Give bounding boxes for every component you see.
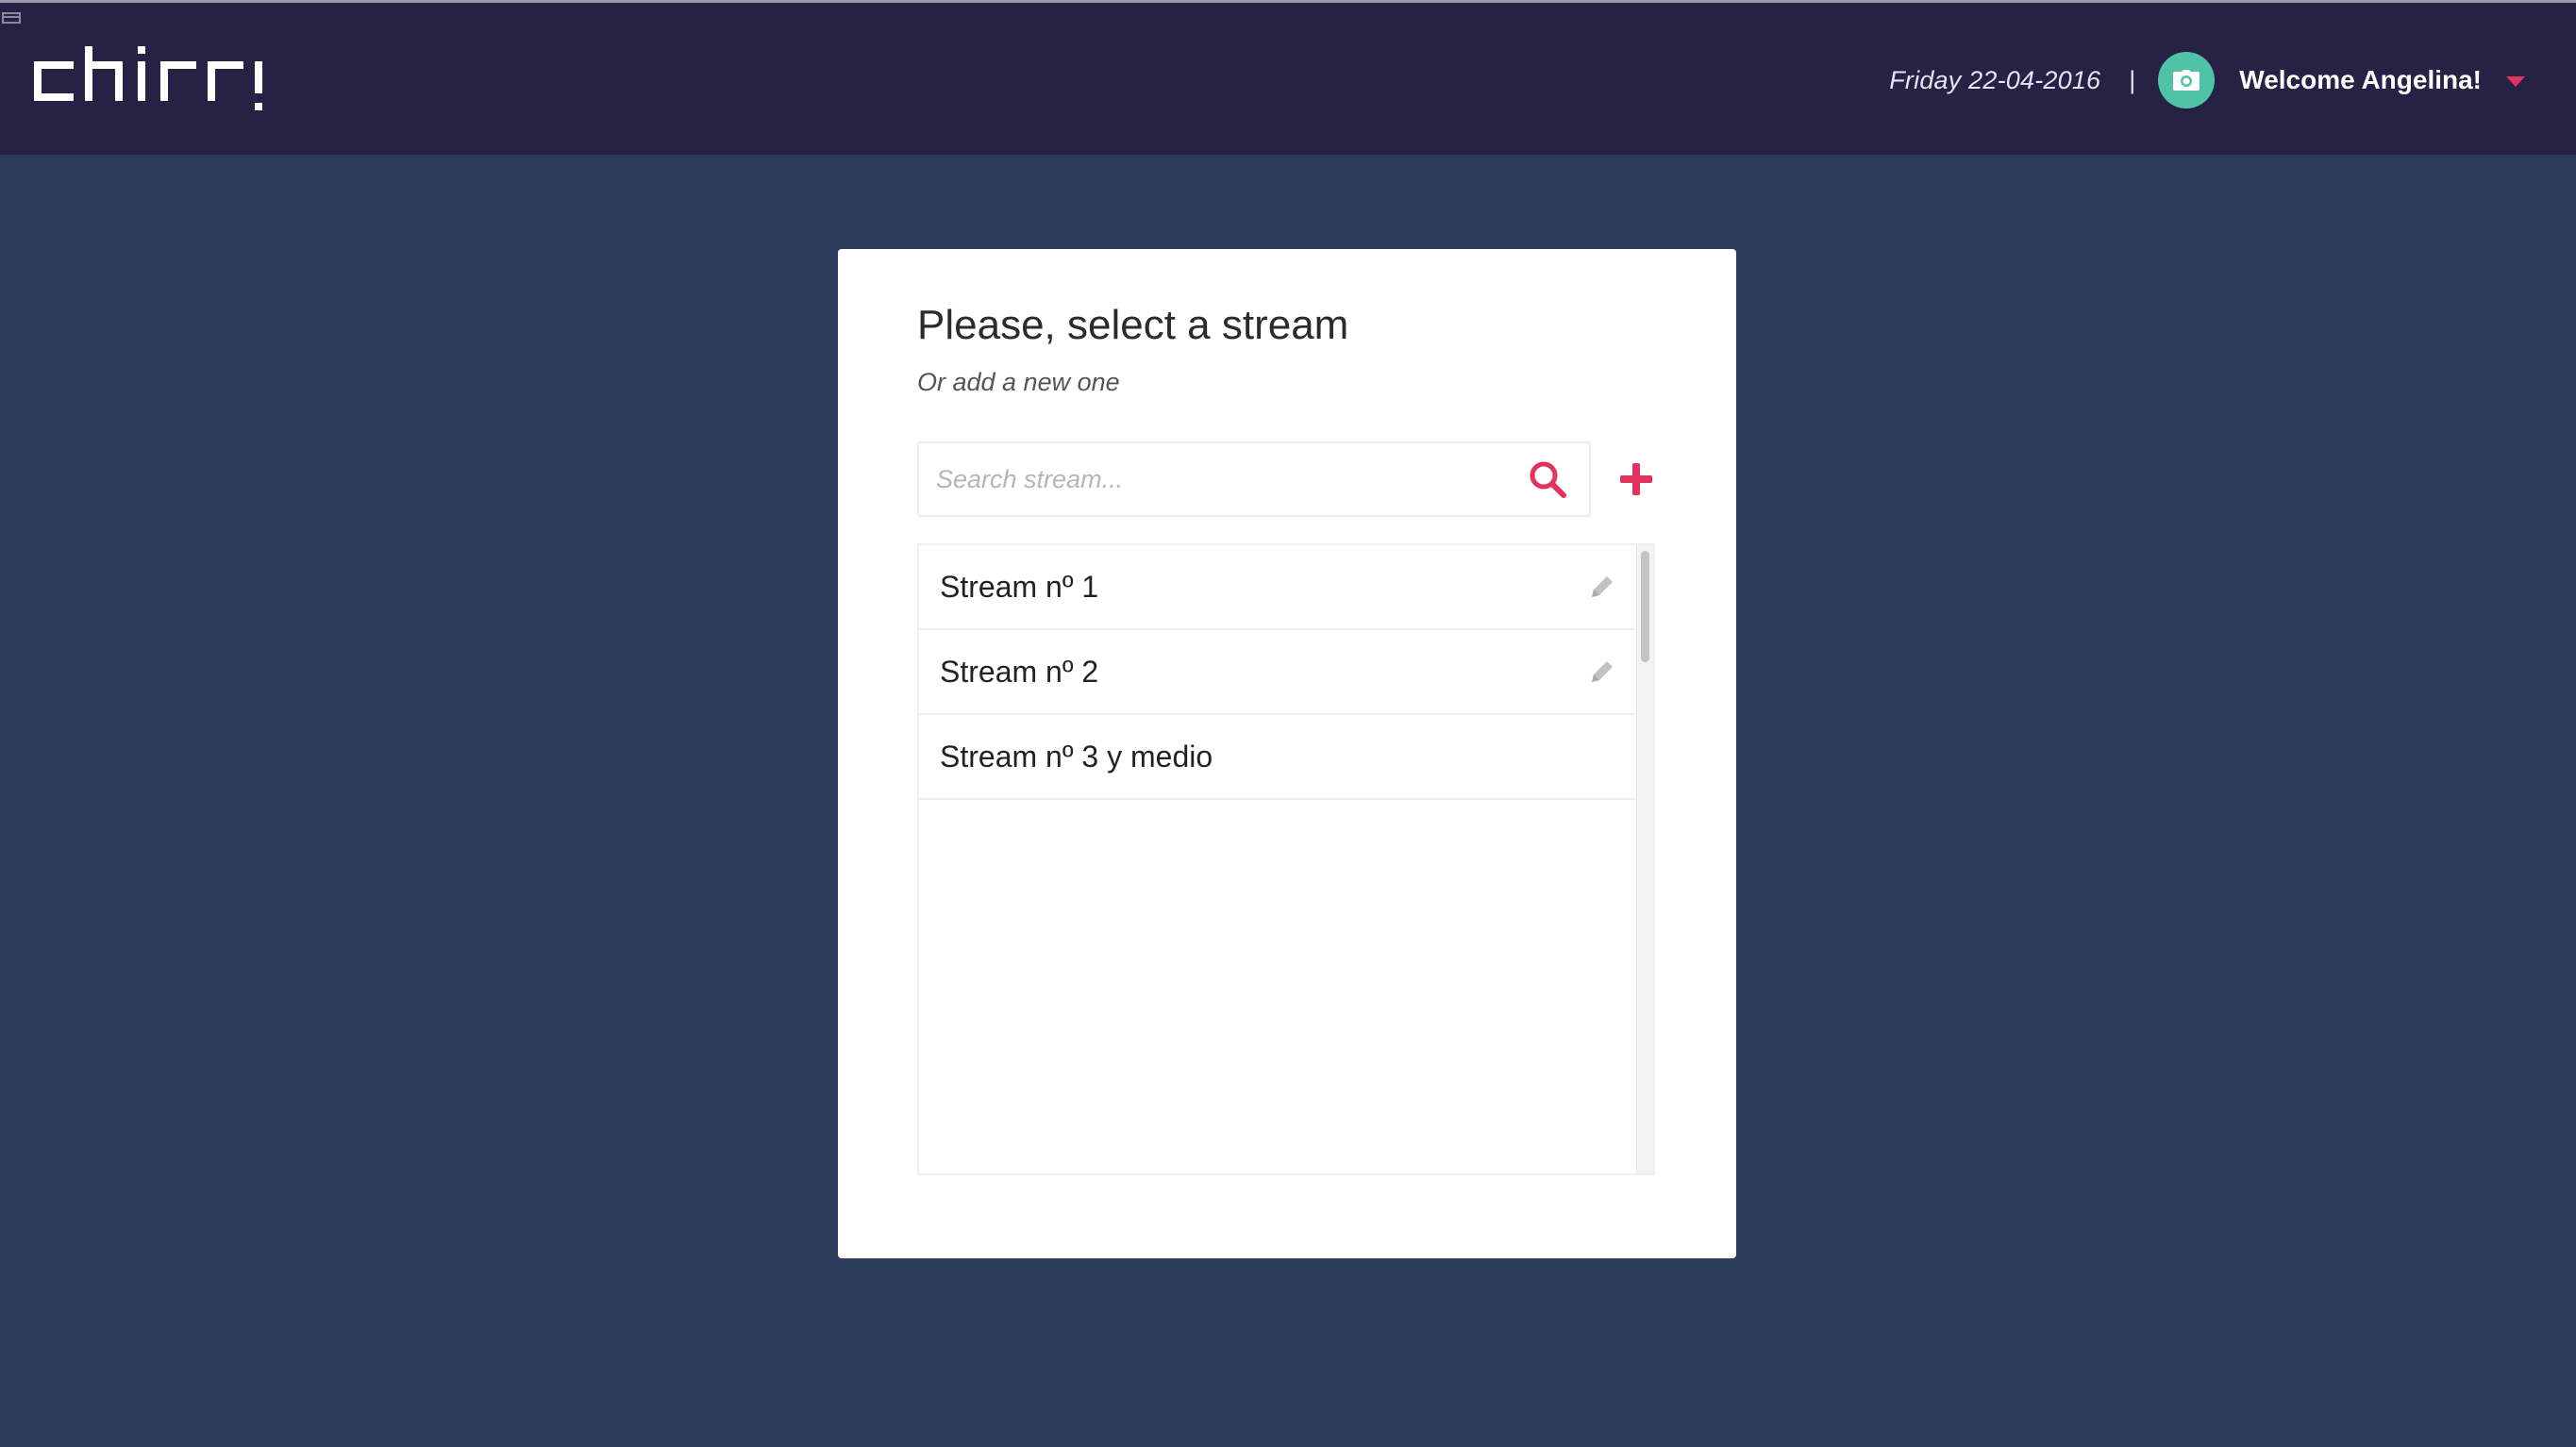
search-button[interactable] [1519,451,1576,507]
top-bar: Friday 22-04-2016 | Welcome Angelina! [0,0,2576,155]
list-item[interactable]: Stream nº 3 y medio [919,715,1636,800]
stream-label: Stream nº 3 y medio [940,739,1213,773]
welcome-text[interactable]: Welcome Angelina! [2239,65,2482,95]
scrollbar[interactable] [1636,545,1653,1173]
plus-icon [1620,463,1652,495]
caret-down-icon[interactable] [2506,75,2525,87]
search-input[interactable] [919,443,1519,515]
scrollbar-thumb[interactable] [1641,551,1649,662]
search-icon [1530,461,1566,498]
stream-items: Stream nº 1 Stream nº 2 Stream nº 3 y me… [919,545,1636,800]
stream-label: Stream nº 2 [940,654,1099,689]
add-stream-button[interactable] [1612,455,1661,504]
camera-icon [2173,70,2200,91]
app-logo[interactable] [34,46,270,122]
pencil-icon [1592,661,1613,682]
list-item[interactable]: Stream nº 2 [919,630,1636,715]
edit-stream-button[interactable] [1585,570,1619,604]
page-subtitle: Or add a new one [917,368,1120,396]
stream-label: Stream nº 1 [940,569,1099,604]
current-date: Friday 22-04-2016 [1889,65,2101,94]
page-title: Please, select a stream [917,302,1349,348]
stream-select-card: Please, select a stream Or add a new one… [838,249,1736,1258]
pencil-icon [1592,576,1613,597]
search-box [917,441,1591,517]
avatar[interactable] [2158,52,2216,108]
user-area: Friday 22-04-2016 | Welcome Angelina! [1889,46,2525,114]
edit-stream-button[interactable] [1585,655,1619,689]
list-item[interactable]: Stream nº 1 [919,545,1636,630]
stream-list: Stream nº 1 Stream nº 2 Stream nº 3 y me… [917,543,1655,1175]
window-control-icon[interactable] [2,12,21,24]
header-divider: | [2129,65,2136,94]
